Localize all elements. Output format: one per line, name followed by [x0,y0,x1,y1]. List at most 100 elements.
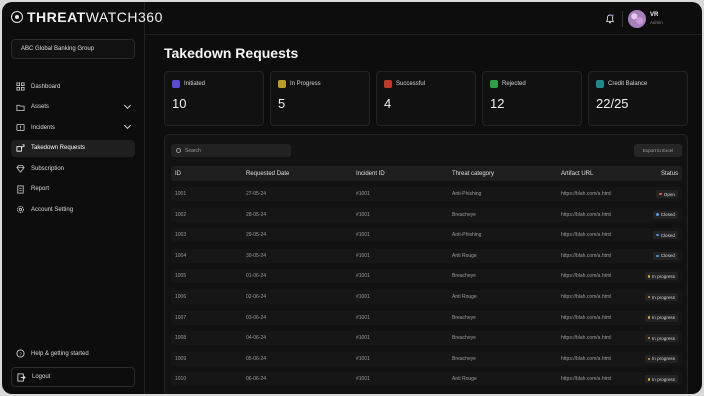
cell-url: https://blah.com/a.html [561,211,612,218]
avatar[interactable] [628,10,646,28]
chevron-down-icon[interactable] [123,121,132,130]
stat-card-initiated: Initiated 10 [164,71,264,126]
status-text: Closed [660,232,675,238]
status-cell: Closed [653,228,678,242]
stat-label: In Progress [290,81,321,87]
cell-category: Breacheye [452,355,476,362]
organization-selector[interactable]: ABC Global Banking Group [11,39,135,59]
cell-date: 30-05-24 [246,252,267,259]
status-text: In progress [652,273,675,279]
sidebar-item-assets[interactable]: Assets [11,99,135,116]
stat-card-successful: Successful 4 [376,71,476,126]
sidebar-nav: Dashboard Assets Incidents Takedown Request… [11,78,135,222]
stat-value: 5 [278,96,286,111]
stat-card-in-progress: In Progress 5 [270,71,370,126]
brand-logo[interactable]: THREATWATCH360 [11,9,163,25]
cell-id: 1006 [175,294,187,300]
status-cell: In progress [644,269,678,283]
cell-date: 05-06-24 [246,355,267,362]
status-cell: Open [656,187,678,201]
cell-incident: #1001 [356,314,370,321]
export-excel-button[interactable]: Export to Excel [634,144,682,157]
cell-category: Anti Rouge [452,376,477,383]
cell-url: https://blah.com/a.html [561,355,612,362]
sidebar-item-account-setting[interactable]: Account Setting [11,201,135,218]
sidebar-item-report[interactable]: Report [11,181,135,198]
table-row[interactable]: 1007 03-06-24 #1001 Breacheye https://blah.c… [171,310,682,325]
cell-id: 1005 [175,273,187,280]
status-dot [656,233,659,237]
status-dot [647,357,651,361]
cell-category: Anti Rouge [452,294,477,300]
top-bar: VR Admin [145,2,702,35]
stat-icon [384,80,392,88]
cell-url: https://blah.com/a.html [561,232,612,239]
table-row[interactable]: 1005 01-06-24 #1001 Breacheye https://blah.c… [171,269,682,284]
document-icon [17,184,24,194]
cell-id: 1001 [175,191,187,197]
takedown-icon [16,143,25,152]
column-header: Status [660,170,678,177]
stat-label: Initiated [184,81,206,87]
stat-value: 4 [384,96,392,111]
chevron-down-icon[interactable] [123,101,132,109]
table-row[interactable]: 1008 04-06-24 #1001 Breacheye https://blah.c… [171,331,682,346]
status-dot [647,275,651,278]
status-cell: In progress [644,311,678,325]
status-badge: Closed [653,251,678,260]
sidebar-item-incidents[interactable]: Incidents [11,119,135,136]
status-cell: Closed [653,208,678,222]
column-header: Threat category [452,170,495,177]
table-row[interactable]: 1004 30-05-24 #1001 Anti Rouge https://blah.… [171,248,682,263]
logout-button[interactable]: Logout [11,367,135,387]
table-row[interactable]: 1006 02-06-24 #1001 Anti Rouge https://blah.… [171,290,682,304]
cell-incident: #1001 [356,376,370,383]
sidebar-item-label: Takedown Requests [31,145,86,151]
status-badge: Closed [653,231,678,240]
table-row[interactable]: 1009 05-06-24 #1001 Breacheye https://blah.c… [171,351,682,366]
status-dot [647,336,651,340]
cell-date: 06-06-24 [246,376,267,383]
sidebar-item-subscription[interactable]: Subscription [11,160,135,177]
cell-incident: #1001 [356,232,370,239]
status-text: Closed [660,212,675,218]
cell-date: 04-06-24 [246,335,267,342]
table-row[interactable]: 1001 27-05-24 #1001 Anti-Phishing https://bl… [171,187,682,201]
stat-value: 22/25 [596,96,629,111]
sidebar-item-dashboard[interactable]: Dashboard [11,78,135,95]
cell-category: Breacheye [452,211,476,218]
cell-date: 03-06-24 [246,314,267,321]
search-icon [176,148,181,153]
status-badge: In progress [644,334,678,343]
search-placeholder: Search [185,147,201,154]
cell-date: 27-05-24 [246,191,267,197]
sidebar-item-label: Assets [31,104,50,110]
sidebar: THREATWATCH360 ABC Global Banking Group … [2,2,162,394]
status-text: In progress [652,335,675,341]
sidebar-item-label: Incidents [31,124,56,131]
cell-category: Breacheye [452,314,476,321]
stat-label: Credit Balance [608,81,648,87]
status-text: Open [663,191,675,197]
cell-url: https://blah.com/a.html [561,273,612,280]
status-cell: Closed [653,249,678,263]
sidebar-item-takedown-requests[interactable]: Takedown Requests [11,139,135,157]
status-badge: In progress [644,313,678,322]
table-row[interactable]: 1010 06-06-24 #1001 Anti Rouge https://blah.… [171,372,682,387]
user-initials: VR [650,12,659,18]
status-badge: In progress [644,293,678,301]
cell-url: https://blah.com/a.html [561,252,612,259]
cell-id: 1008 [175,335,187,342]
table-row[interactable]: 1002 28-05-24 #1001 Breacheye https://blah.c… [171,207,682,222]
cell-category: Anti Rouge [452,252,477,259]
brand-bold: THREAT [27,9,86,25]
app-window: THREATWATCH360 ABC Global Banking Group … [2,2,702,394]
table-row[interactable]: 1003 29-05-24 #1001 Anti-Phishing https://bl… [171,228,682,243]
help-link[interactable]: ? Help & getting started [11,345,135,362]
notification-bell-icon[interactable] [606,14,614,24]
cell-category: Anti-Phishing [452,232,482,239]
search-input[interactable]: Search [171,144,291,157]
svg-text:?: ? [19,351,22,356]
logout-label: Logout [32,374,51,380]
status-dot [647,295,651,299]
